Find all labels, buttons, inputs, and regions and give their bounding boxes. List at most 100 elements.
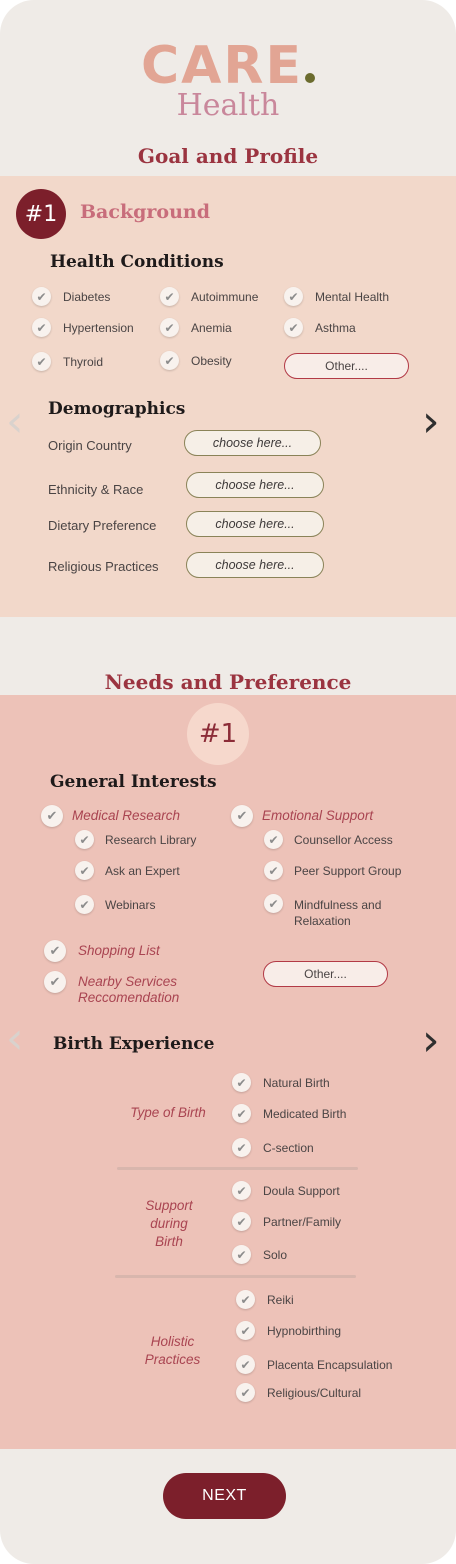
checkbox-natural-birth[interactable]: ✔ Natural Birth xyxy=(232,1073,330,1092)
chevron-left-icon[interactable]: ‹ xyxy=(6,400,24,444)
check-icon: ✔ xyxy=(232,1104,251,1123)
checkbox-asthma[interactable]: ✔ Asthma xyxy=(284,318,356,337)
checkbox-doula-support[interactable]: ✔ Doula Support xyxy=(232,1181,340,1200)
checkbox-label: Medical Research xyxy=(72,808,181,823)
checkbox-label: Partner/Family xyxy=(263,1214,342,1229)
check-icon: ✔ xyxy=(264,861,283,880)
checkbox-peer-support-group[interactable]: ✔ Peer Support Group xyxy=(264,861,401,880)
chevron-left-icon[interactable]: ‹ xyxy=(6,1017,24,1061)
checkbox-research-library[interactable]: ✔ Research Library xyxy=(75,830,196,849)
checkbox-medicated-birth[interactable]: ✔ Medicated Birth xyxy=(232,1104,346,1123)
check-icon: ✔ xyxy=(236,1290,255,1309)
checkbox-label: Anemia xyxy=(191,320,232,335)
phone-screen: CARE Health Goal and Profile #1 Backgrou… xyxy=(0,0,456,1564)
interests-other-button[interactable]: Other.... xyxy=(263,961,388,987)
checkbox-label: Religious/Cultural xyxy=(267,1385,362,1400)
health-other-button[interactable]: Other.... xyxy=(284,353,409,379)
checkbox-label: Nearby Services Reccomendation xyxy=(78,974,180,1005)
check-icon: ✔ xyxy=(44,940,66,962)
check-icon: ✔ xyxy=(232,1138,251,1157)
checkbox-mental-health[interactable]: ✔ Mental Health xyxy=(284,287,389,306)
checkbox-nearby-services[interactable]: ✔ Nearby Services Reccomendation xyxy=(44,971,208,1006)
check-icon: ✔ xyxy=(75,861,94,880)
group-label-type-of-birth: Type of Birth xyxy=(130,1105,206,1120)
checkbox-label: Hypertension xyxy=(63,320,134,335)
check-icon: ✔ xyxy=(264,894,283,913)
checkbox-label: Shopping List xyxy=(78,943,160,958)
check-icon: ✔ xyxy=(75,895,94,914)
section-title-needs-preference: Needs and Preference xyxy=(104,670,352,694)
checkbox-autoimmune[interactable]: ✔ Autoimmune xyxy=(160,287,258,306)
check-icon: ✔ xyxy=(160,351,179,370)
origin-country-select[interactable]: choose here... xyxy=(184,430,321,456)
checkbox-label: Thyroid xyxy=(63,354,104,369)
check-icon: ✔ xyxy=(232,1073,251,1092)
religious-practices-select[interactable]: choose here... xyxy=(186,552,324,578)
checkbox-ask-an-expert[interactable]: ✔ Ask an Expert xyxy=(75,861,180,880)
checkbox-c-section[interactable]: ✔ C-section xyxy=(232,1138,314,1157)
checkbox-thyroid[interactable]: ✔ Thyroid xyxy=(32,352,103,371)
group-label-support-during-birth: Support during Birth xyxy=(145,1198,193,1249)
field-label-religious-practices: Religious Practices xyxy=(48,559,159,574)
checkbox-emotional-support[interactable]: ✔ Emotional Support xyxy=(231,805,373,827)
checkbox-label: Hypnobirthing xyxy=(267,1323,342,1338)
dietary-preference-select[interactable]: choose here... xyxy=(186,511,324,537)
ethnicity-race-select[interactable]: choose here... xyxy=(186,472,324,498)
check-icon: ✔ xyxy=(44,971,66,993)
logo-subtitle: Health xyxy=(176,88,280,123)
checkbox-shopping-list[interactable]: ✔ Shopping List xyxy=(44,940,160,962)
checkbox-mindfulness[interactable]: ✔ Mindfulness and Relaxation xyxy=(264,894,404,929)
chevron-right-icon[interactable]: › xyxy=(422,1019,440,1063)
chevron-right-icon[interactable]: › xyxy=(422,400,440,444)
divider xyxy=(115,1275,356,1278)
check-icon: ✔ xyxy=(160,287,179,306)
general-interests-heading: General Interests xyxy=(50,772,217,792)
check-icon: ✔ xyxy=(32,352,51,371)
checkbox-placenta-encapsulation[interactable]: ✔ Placenta Encapsulation xyxy=(236,1355,392,1374)
check-icon: ✔ xyxy=(32,318,51,337)
logo: CARE Health xyxy=(0,38,456,122)
check-icon: ✔ xyxy=(232,1212,251,1231)
checkbox-label: Obesity xyxy=(191,353,232,368)
demographics-heading: Demographics xyxy=(48,399,186,419)
checkbox-partner-family[interactable]: ✔ Partner/Family xyxy=(232,1212,341,1231)
divider xyxy=(117,1167,358,1170)
checkbox-anemia[interactable]: ✔ Anemia xyxy=(160,318,232,337)
checkbox-label: Research Library xyxy=(105,832,197,847)
check-icon: ✔ xyxy=(75,830,94,849)
check-icon: ✔ xyxy=(232,1181,251,1200)
checkbox-label: Reiki xyxy=(267,1292,294,1307)
checkbox-hypertension[interactable]: ✔ Hypertension xyxy=(32,318,134,337)
checkbox-religious-cultural[interactable]: ✔ Religious/Cultural xyxy=(236,1383,361,1402)
logo-dot xyxy=(304,73,315,83)
checkbox-label: Solo xyxy=(263,1247,288,1262)
check-icon: ✔ xyxy=(264,830,283,849)
logo-brand: CARE xyxy=(141,36,303,96)
check-icon: ✔ xyxy=(236,1383,255,1402)
checkbox-hypnobirthing[interactable]: ✔ Hypnobirthing xyxy=(236,1321,341,1340)
check-icon: ✔ xyxy=(284,287,303,306)
checkbox-label: Webinars xyxy=(105,897,156,912)
checkbox-webinars[interactable]: ✔ Webinars xyxy=(75,895,155,914)
checkbox-solo[interactable]: ✔ Solo xyxy=(232,1245,287,1264)
checkbox-label: Diabetes xyxy=(63,289,111,304)
checkbox-label: Emotional Support xyxy=(262,808,374,823)
checkbox-diabetes[interactable]: ✔ Diabetes xyxy=(32,287,110,306)
group-label-holistic-practices: Holistic Practices xyxy=(144,1334,201,1367)
checkbox-label: Mindfulness and Relaxation xyxy=(294,898,382,928)
checkbox-reiki[interactable]: ✔ Reiki xyxy=(236,1290,294,1309)
birth-experience-heading: Birth Experience xyxy=(53,1034,215,1054)
checkbox-label: C-section xyxy=(263,1140,314,1155)
check-icon: ✔ xyxy=(236,1321,255,1340)
check-icon: ✔ xyxy=(284,318,303,337)
next-button[interactable]: NEXT xyxy=(163,1473,286,1519)
check-icon: ✔ xyxy=(32,287,51,306)
step-badge-2: #1 xyxy=(187,703,249,765)
field-label-ethnicity-race: Ethnicity & Race xyxy=(48,482,144,497)
step-label-background: Background xyxy=(80,201,210,223)
check-icon: ✔ xyxy=(231,805,253,827)
checkbox-counsellor-access[interactable]: ✔ Counsellor Access xyxy=(264,830,393,849)
step-badge: #1 xyxy=(16,189,66,239)
checkbox-medical-research[interactable]: ✔ Medical Research xyxy=(41,805,180,827)
checkbox-obesity[interactable]: ✔ Obesity xyxy=(160,351,232,370)
